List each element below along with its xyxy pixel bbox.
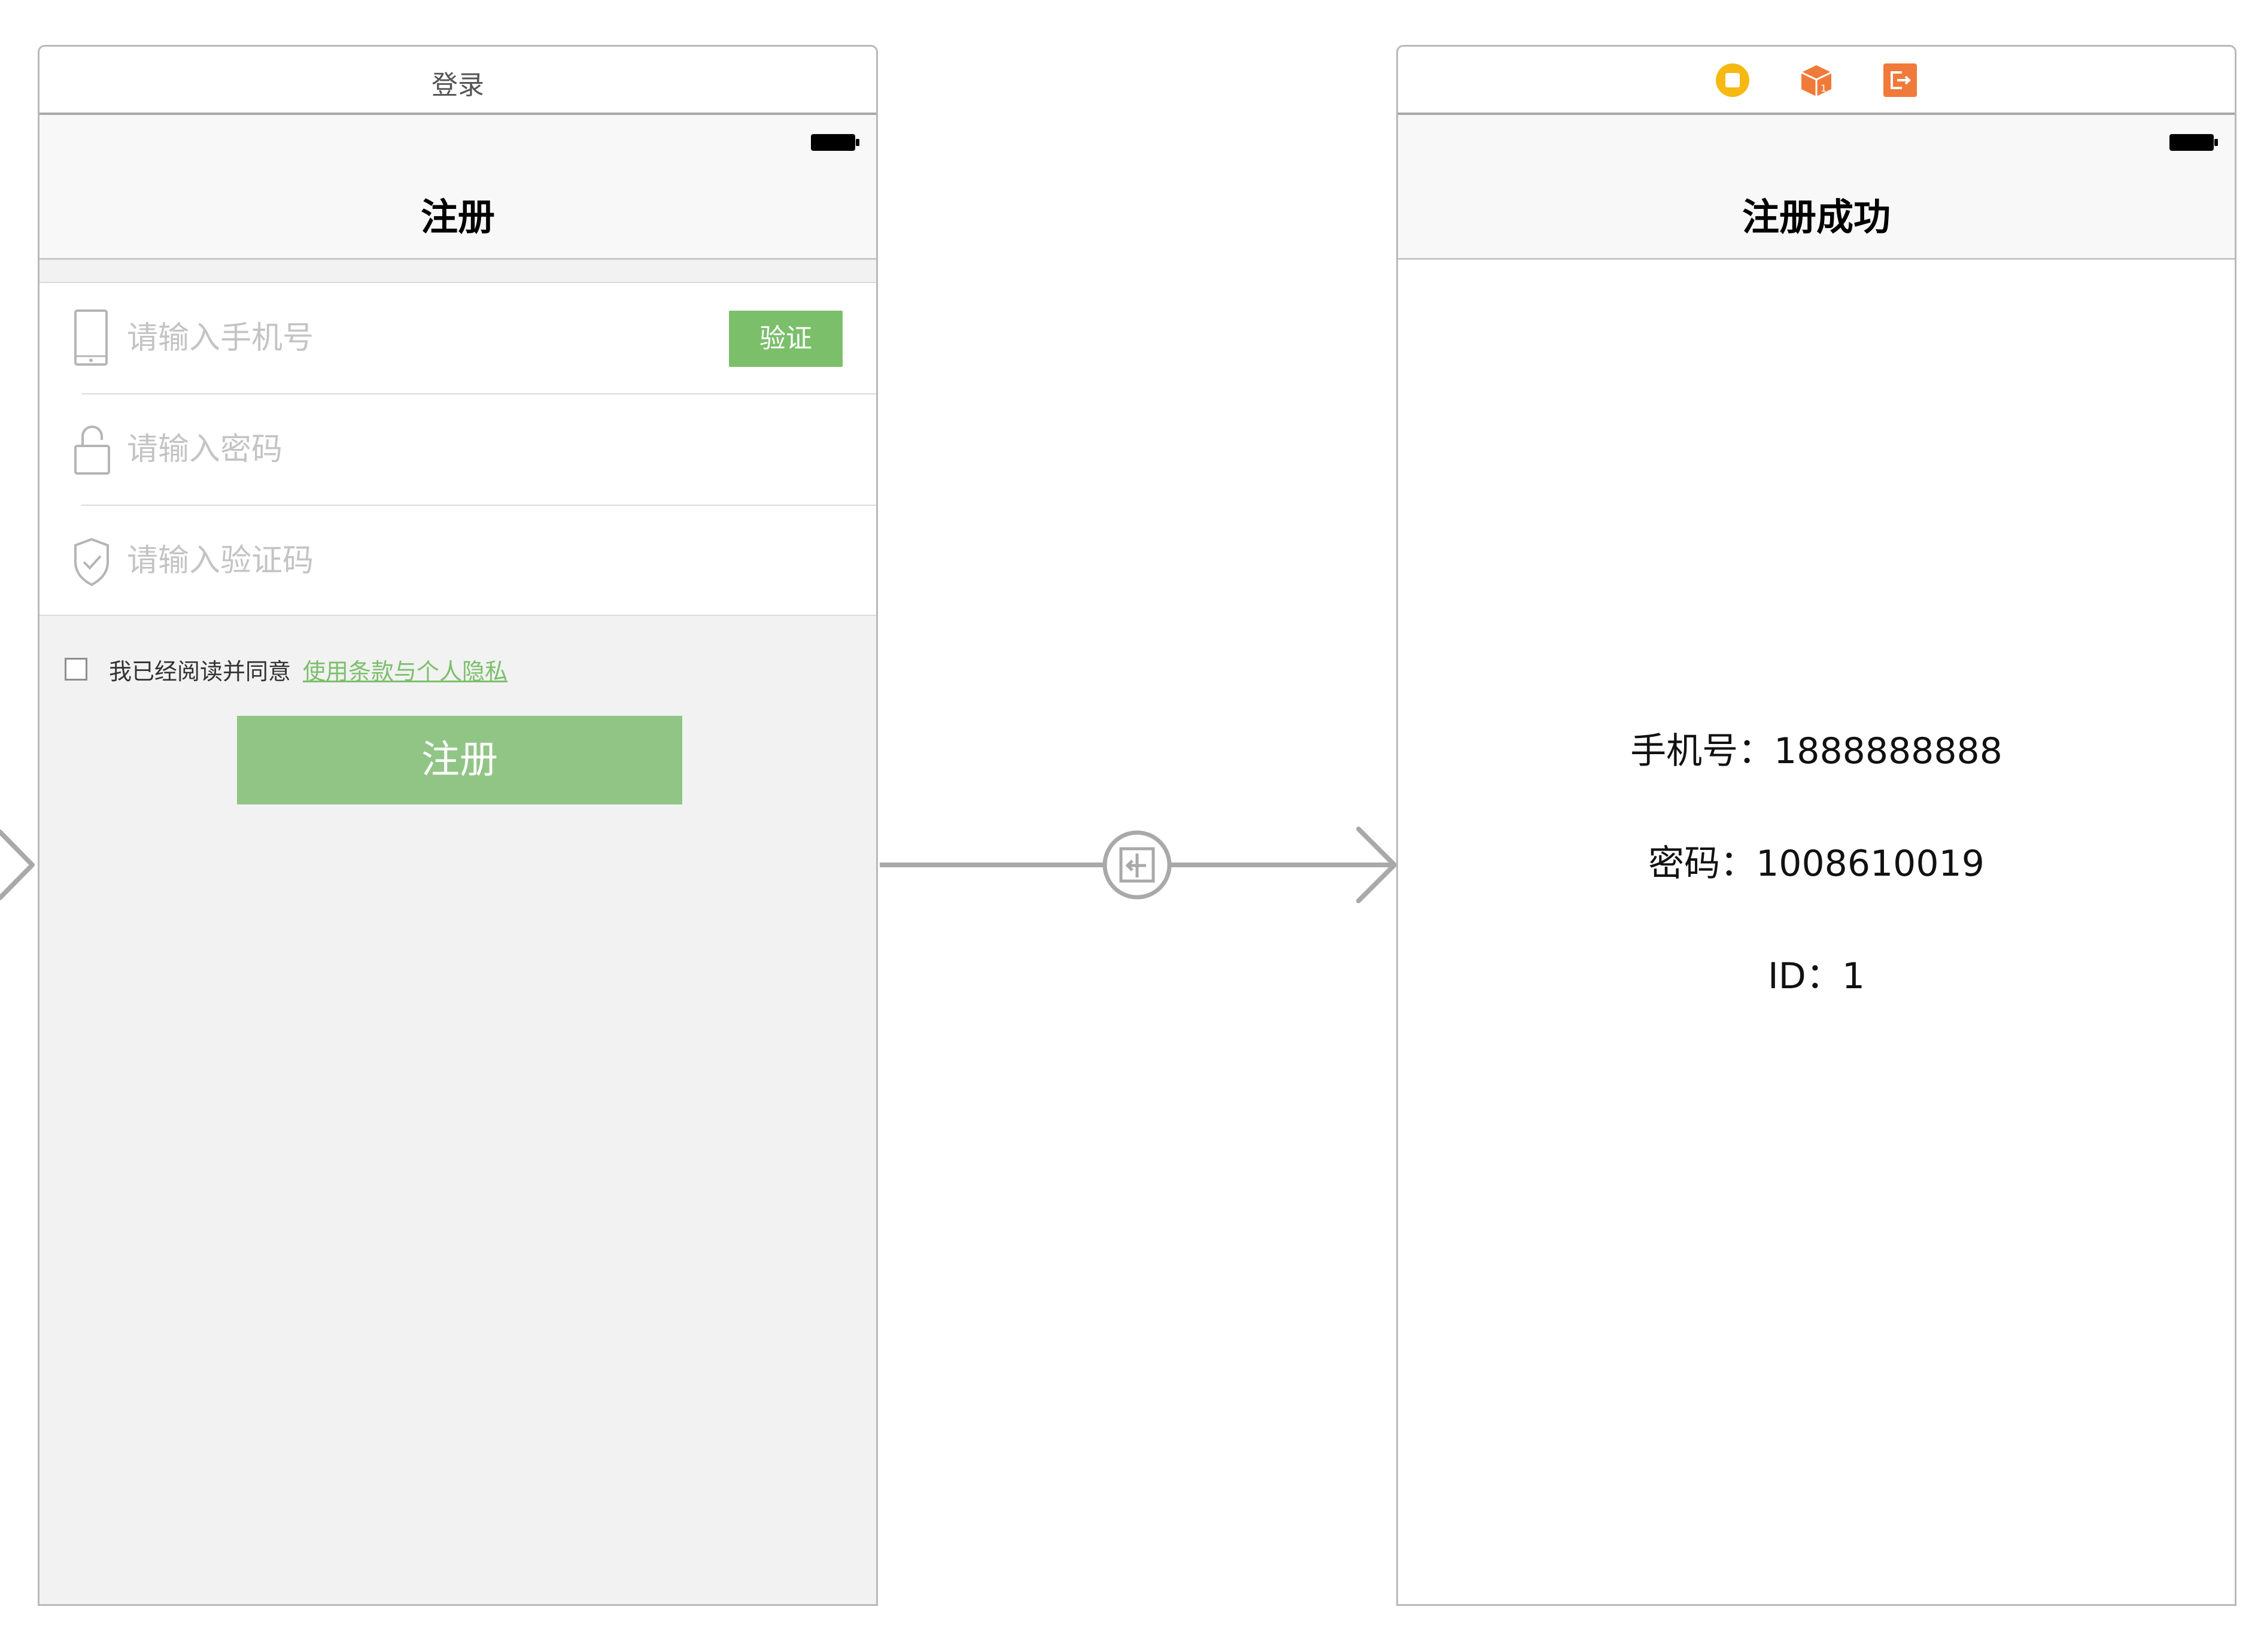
agreement-text: 我已经阅读并同意 (109, 658, 291, 685)
verify-button[interactable]: 验证 (729, 311, 843, 367)
phone-icon (74, 309, 108, 366)
nav-title: 注册成功 (1742, 195, 1891, 239)
shield-check-icon (74, 537, 109, 587)
battery-icon (2169, 134, 2218, 151)
navigation-bar: 注册 (39, 115, 876, 260)
exit-icon[interactable] (1882, 62, 1919, 99)
segue-icon[interactable] (1102, 830, 1172, 900)
code-row (39, 506, 876, 616)
entry-arrow[interactable] (0, 830, 35, 900)
svg-text:1: 1 (1821, 83, 1827, 94)
agreement-row: 我已经阅读并同意 使用条款与个人隐私 (65, 651, 508, 687)
phone-input[interactable] (127, 319, 665, 357)
view-controller-icon[interactable] (1714, 62, 1751, 99)
battery-icon (811, 134, 859, 151)
agree-checkbox[interactable] (65, 658, 87, 681)
first-responder-icon[interactable]: 1 (1798, 62, 1835, 99)
lock-icon (74, 426, 110, 475)
register-button[interactable]: 注册 (237, 716, 682, 804)
phone-label: 手机号：1888888888 (1630, 730, 2002, 772)
verification-code-input[interactable] (127, 542, 665, 580)
password-label: 密码：1008610019 (1648, 843, 1985, 885)
nav-title: 注册 (420, 195, 495, 239)
password-input[interactable] (127, 430, 665, 469)
navigation-bar: 注册成功 (1398, 115, 2235, 260)
scene-dock[interactable]: 1 (1398, 47, 2235, 115)
dock-icons: 1 (1398, 62, 2235, 99)
register-scene: 登录 注册 验证 (38, 45, 878, 1606)
phone-row: 验证 (39, 283, 876, 393)
register-success-scene: 1 注册成功 手机号：1888888888 密码：1008610019 ID：1 (1396, 45, 2236, 1606)
segue-arrowhead (1356, 827, 1397, 903)
id-label: ID：1 (1767, 955, 1865, 997)
terms-link[interactable]: 使用条款与个人隐私 (303, 653, 508, 686)
password-row (39, 394, 876, 505)
scene-dock[interactable]: 登录 (39, 47, 876, 115)
register-form: 验证 (39, 282, 876, 616)
scene-title: 登录 (431, 70, 484, 101)
